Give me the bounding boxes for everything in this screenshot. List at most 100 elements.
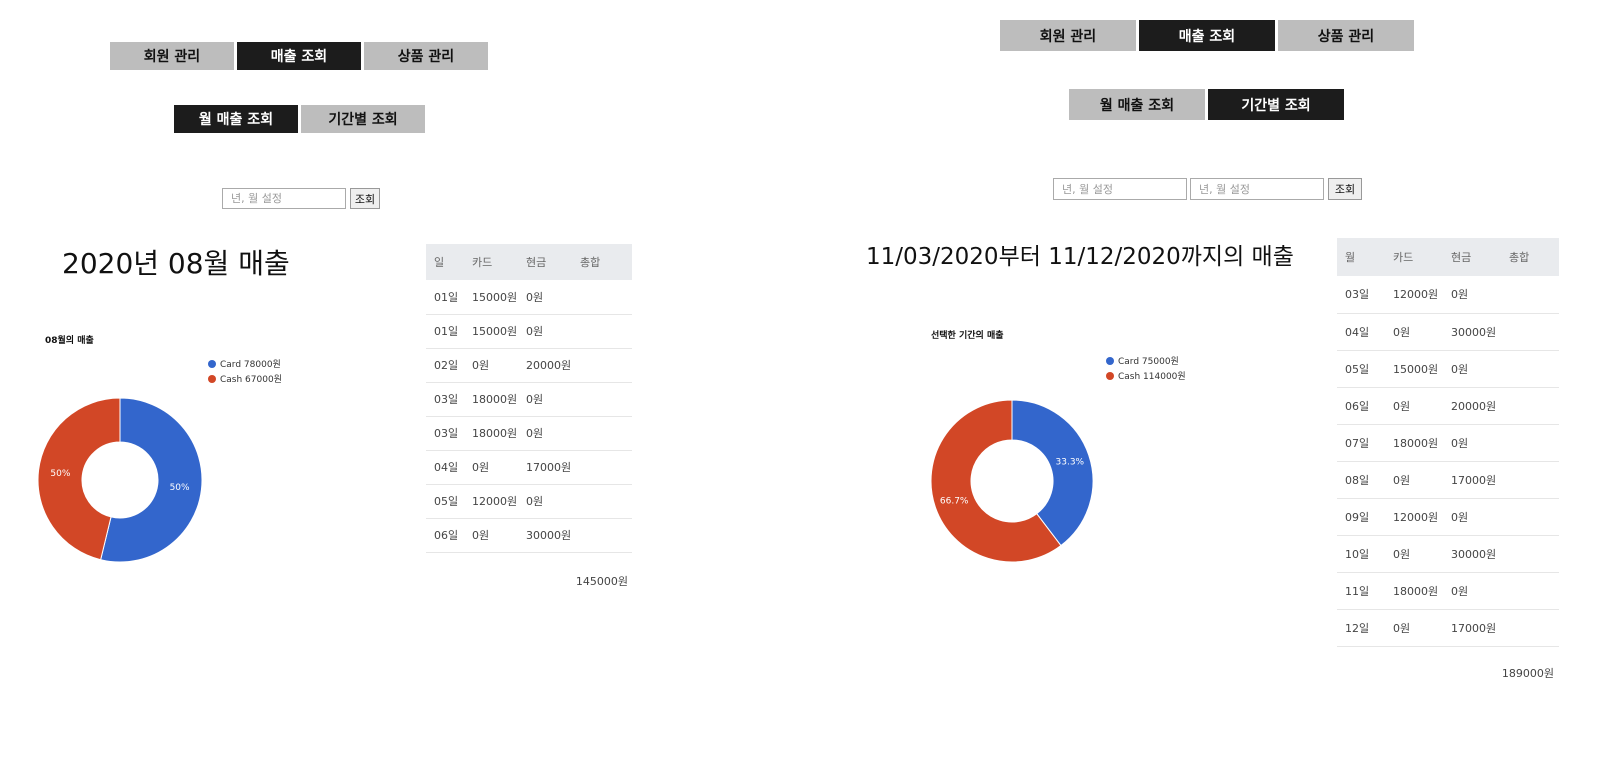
monthly-sales-panel: 회원 관리 매출 조회 상품 관리 월 매출 조회 기간별 조회 조회 2020…: [0, 0, 800, 784]
end-month-input[interactable]: [1190, 178, 1324, 200]
table-row: 04일 0원 30000원: [1337, 313, 1559, 351]
table-row: 05일 12000원 0원: [426, 484, 632, 519]
cell-total: [1501, 424, 1559, 462]
tab-monthly-sales[interactable]: 월 매출 조회: [174, 105, 298, 133]
table-row: 03일 12000원 0원: [1337, 276, 1559, 314]
cell-card: 0원: [464, 518, 518, 553]
cell-card: 0원: [464, 348, 518, 383]
tab-sales-inquiry[interactable]: 매출 조회: [237, 42, 361, 70]
cell-card: 18000원: [464, 382, 518, 417]
cell-cash: 0원: [518, 314, 572, 349]
table-row: 08일 0원 17000원: [1337, 461, 1559, 499]
donut-chart: 33.3% 66.7%: [930, 399, 1094, 563]
cell-day: 12일: [1337, 609, 1385, 647]
sub-nav-tabs: 월 매출 조회 기간별 조회: [1069, 89, 1344, 120]
main-nav-tabs: 회원 관리 매출 조회 상품 관리: [110, 42, 488, 70]
cell-day: 03일: [426, 382, 464, 417]
tab-monthly-sales[interactable]: 월 매출 조회: [1069, 89, 1205, 120]
sales-table: 일 카드 현금 총합 01일 15000원 0원 01일 15000원 0원 0…: [426, 244, 632, 553]
sales-total: 189000원: [1501, 667, 1554, 680]
cell-card: 18000원: [1385, 572, 1443, 610]
cell-cash: 0원: [518, 382, 572, 417]
cell-cash: 0원: [1443, 276, 1501, 314]
cell-day: 01일: [426, 280, 464, 315]
cell-total: [1501, 535, 1559, 573]
cell-day: 06일: [1337, 387, 1385, 425]
table-row: 06일 0원 20000원: [1337, 387, 1559, 425]
tab-period-sales[interactable]: 기간별 조회: [1208, 89, 1344, 120]
cell-total: [1501, 498, 1559, 536]
column-header-total: 총합: [572, 244, 632, 280]
column-header-total: 총합: [1501, 238, 1559, 276]
sub-nav-tabs: 월 매출 조회 기간별 조회: [174, 105, 425, 133]
page-title: 2020년 08월 매출: [62, 247, 290, 280]
chart-title: 08월의 매출: [45, 336, 94, 346]
cell-day: 05일: [1337, 350, 1385, 388]
table-row: 01일 15000원 0원: [426, 280, 632, 315]
cell-cash: 0원: [518, 280, 572, 315]
slice-label-card: 50%: [170, 483, 190, 493]
table-row: 02일 0원 20000원: [426, 348, 632, 383]
cell-card: 18000원: [464, 416, 518, 451]
slice-label-cash: 66.7%: [940, 496, 969, 506]
column-header-cash: 현금: [1443, 238, 1501, 276]
main-nav-tabs: 회원 관리 매출 조회 상품 관리: [1000, 20, 1414, 51]
cell-total: [572, 280, 632, 315]
search-button[interactable]: 조회: [1328, 178, 1362, 200]
tab-product-management[interactable]: 상품 관리: [364, 42, 488, 70]
cell-day: 11일: [1337, 572, 1385, 610]
cell-day: 03일: [426, 416, 464, 451]
cell-cash: 17000원: [518, 450, 572, 485]
period-sales-panel: 회원 관리 매출 조회 상품 관리 월 매출 조회 기간별 조회 조회 11/0…: [800, 0, 1600, 784]
slice-label-cash: 50%: [50, 469, 70, 479]
cell-day: 01일: [426, 314, 464, 349]
cell-card: 0원: [1385, 313, 1443, 351]
tab-product-management[interactable]: 상품 관리: [1278, 20, 1414, 51]
cell-total: [1501, 461, 1559, 499]
cell-cash: 17000원: [1443, 461, 1501, 499]
column-header-card: 카드: [464, 244, 518, 280]
slice-label-card: 33.3%: [1056, 458, 1085, 468]
cell-day: 04일: [1337, 313, 1385, 351]
sales-total: 145000원: [575, 575, 628, 588]
start-month-input[interactable]: [1053, 178, 1187, 200]
table-row: 11일 18000원 0원: [1337, 572, 1559, 610]
table-row: 05일 15000원 0원: [1337, 350, 1559, 388]
cell-day: 02일: [426, 348, 464, 383]
month-input[interactable]: [222, 188, 346, 209]
page-title: 11/03/2020부터 11/12/2020까지의 매출: [866, 244, 1294, 270]
search-button[interactable]: 조회: [350, 188, 380, 209]
cell-day: 07일: [1337, 424, 1385, 462]
tab-period-sales[interactable]: 기간별 조회: [301, 105, 425, 133]
cell-total: [1501, 387, 1559, 425]
cell-day: 03일: [1337, 276, 1385, 314]
cell-total: [1501, 350, 1559, 388]
table-row: 04일 0원 17000원: [426, 450, 632, 485]
cell-card: 12000원: [1385, 498, 1443, 536]
cell-cash: 17000원: [1443, 609, 1501, 647]
cell-card: 15000원: [464, 314, 518, 349]
cell-total: [572, 416, 632, 451]
table-row: 09일 12000원 0원: [1337, 498, 1559, 536]
table-row: 06일 0원 30000원: [426, 518, 632, 553]
tab-member-management[interactable]: 회원 관리: [110, 42, 234, 70]
table-row: 07일 18000원 0원: [1337, 424, 1559, 462]
cell-card: 12000원: [464, 484, 518, 519]
tab-member-management[interactable]: 회원 관리: [1000, 20, 1136, 51]
cell-total: [572, 314, 632, 349]
table-row: 03일 18000원 0원: [426, 416, 632, 451]
cell-cash: 30000원: [1443, 535, 1501, 573]
column-header-card: 카드: [1385, 238, 1443, 276]
cell-card: 0원: [1385, 387, 1443, 425]
cell-total: [1501, 313, 1559, 351]
cell-card: 0원: [1385, 535, 1443, 573]
cell-cash: 0원: [1443, 350, 1501, 388]
table-row: 12일 0원 17000원: [1337, 609, 1559, 647]
cell-cash: 0원: [518, 416, 572, 451]
cell-total: [1501, 276, 1559, 314]
tab-sales-inquiry[interactable]: 매출 조회: [1139, 20, 1275, 51]
cell-card: 12000원: [1385, 276, 1443, 314]
cell-day: 06일: [426, 518, 464, 553]
sales-table: 월 카드 현금 총합 03일 12000원 0원 04일 0원 30000원 0…: [1337, 238, 1559, 647]
cell-card: 0원: [1385, 609, 1443, 647]
